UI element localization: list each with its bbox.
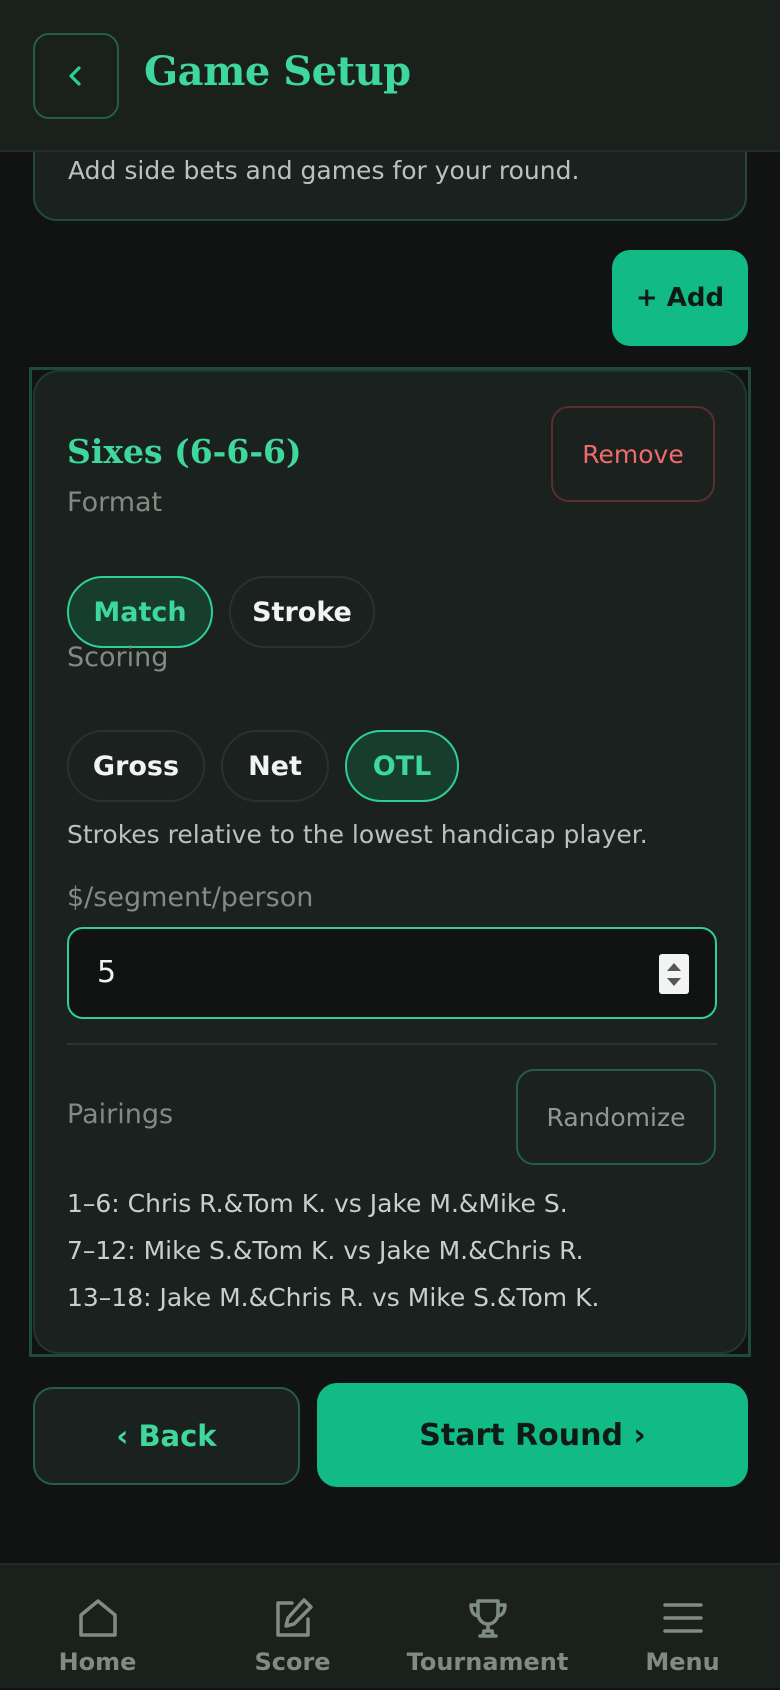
start-round-button[interactable]: Start Round ›: [317, 1383, 748, 1487]
game-card: Sixes (6-6-6) Remove Format Match Stroke…: [33, 370, 747, 1354]
nav-label: Tournament: [406, 1648, 569, 1676]
app-header: Game Setup: [0, 0, 780, 152]
amount-value: 5: [97, 955, 117, 990]
amount-input[interactable]: 5: [67, 927, 717, 1019]
format-option-match[interactable]: Match: [67, 576, 213, 648]
edit-icon: [275, 1598, 313, 1637]
scoring-help-text: Strokes relative to the lowest handicap …: [67, 820, 648, 849]
amount-label: $/segment/person: [67, 882, 314, 913]
home-icon: [78, 1599, 117, 1637]
pairing-row: 13–18: Jake M.&Chris R. vs Mike S.&Tom K…: [67, 1283, 600, 1312]
divider: [67, 1043, 717, 1045]
randomize-button[interactable]: Randomize: [516, 1069, 716, 1165]
nav-label: Score: [254, 1648, 331, 1676]
nav-label: Menu: [645, 1648, 720, 1676]
bottom-nav: Home Score Tournament Menu: [0, 1563, 780, 1688]
chevron-left-icon: [69, 66, 81, 86]
nav-item-home[interactable]: Home: [0, 1565, 195, 1690]
scoring-option-net[interactable]: Net: [221, 730, 329, 802]
format-label: Format: [67, 487, 163, 518]
scoring-option-otl[interactable]: OTL: [345, 730, 459, 802]
pairing-row: 1–6: Chris R.&Tom K. vs Jake M.&Mike S.: [67, 1189, 568, 1218]
nav-item-score[interactable]: Score: [195, 1565, 390, 1690]
game-title: Sixes (6-6-6): [67, 432, 302, 471]
back-button[interactable]: ‹ Back: [33, 1387, 300, 1485]
format-option-stroke[interactable]: Stroke: [229, 576, 375, 648]
scoring-label: Scoring: [67, 642, 169, 673]
menu-icon: [662, 1603, 703, 1633]
add-game-button[interactable]: + Add: [612, 250, 748, 346]
nav-item-menu[interactable]: Menu: [585, 1565, 780, 1690]
stepper-arrows-icon: [667, 963, 681, 986]
nav-label: Home: [58, 1648, 137, 1676]
scoring-option-gross[interactable]: Gross: [67, 730, 205, 802]
trophy-icon: [468, 1599, 507, 1638]
pairing-row: 7–12: Mike S.&Tom K. vs Jake M.&Chris R.: [67, 1236, 584, 1265]
header-back-button[interactable]: [33, 33, 119, 119]
remove-game-button[interactable]: Remove: [551, 406, 715, 502]
pairings-label: Pairings: [67, 1099, 174, 1130]
page-title: Game Setup: [144, 48, 411, 95]
intro-text: Add side bets and games for your round.: [68, 156, 580, 185]
nav-item-tournament[interactable]: Tournament: [390, 1565, 585, 1690]
number-stepper[interactable]: [659, 954, 689, 994]
